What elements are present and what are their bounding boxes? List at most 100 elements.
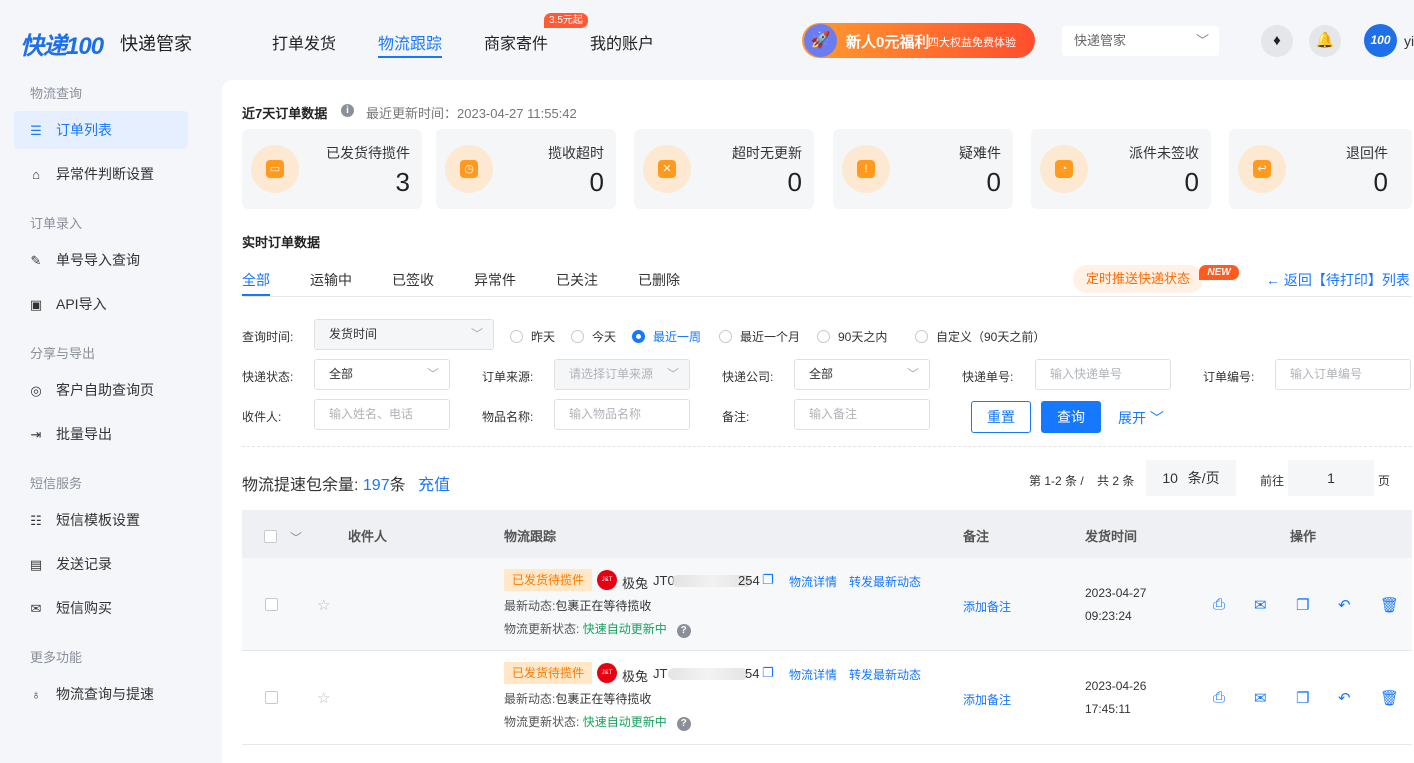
tracking-number-input[interactable]: 输入快递单号 [1035, 359, 1171, 390]
bell-icon[interactable]: 🔔 [1309, 25, 1341, 57]
add-note-link[interactable]: 添加备注 [963, 598, 1011, 615]
ship-time: 17:45:11 [1085, 702, 1131, 716]
promo-banner[interactable]: 🚀 新人0元福利 四大权益免费体验 [802, 23, 1035, 58]
radio-last-week[interactable]: 最近一周 [632, 328, 701, 345]
row-checkbox[interactable] [265, 691, 278, 704]
nav-logistics-tracking[interactable]: 物流跟踪 [378, 30, 442, 54]
source-select[interactable]: 请选择订单来源 ﹀ [554, 359, 690, 390]
undo-icon[interactable]: ↶ [1338, 596, 1351, 614]
status-badge: 已发货待揽件 [504, 662, 593, 684]
sidebar-item-batch-export[interactable]: ⇥ 批量导出 [14, 415, 188, 453]
time-type-select[interactable]: 发货时间 ﹀ [314, 319, 494, 350]
source-label: 订单来源: [482, 370, 534, 384]
sidebar-item-send-records[interactable]: ▤ 发送记录 [14, 545, 188, 583]
goto-page-input[interactable]: 1 [1288, 460, 1374, 496]
page-size-select[interactable]: 10 条/页 [1146, 460, 1236, 496]
recharge-link[interactable]: 充值 [418, 477, 450, 494]
sidebar-item-sms-purchase[interactable]: ✉ 短信购买 [14, 589, 188, 627]
sidebar-item-order-list[interactable]: ☰ 订单列表 [14, 111, 188, 149]
tab-active-indicator [242, 294, 270, 296]
sidebar-item-exception-settings[interactable]: ⌂ 异常件判断设置 [14, 155, 188, 193]
tab-signed[interactable]: 已签收 [392, 270, 434, 290]
add-note-link[interactable]: 添加备注 [963, 691, 1011, 708]
product-select-value: 快递管家 [1074, 33, 1127, 48]
item-name-input[interactable]: 输入物品名称 [554, 399, 690, 430]
undo-icon[interactable]: ↶ [1338, 689, 1351, 707]
tab-deleted[interactable]: 已删除 [638, 270, 680, 290]
logo[interactable]: 快递100 [20, 26, 104, 61]
courier-name: 极兔 [622, 669, 649, 684]
row-checkbox[interactable] [265, 598, 278, 611]
sidebar-item-api-import[interactable]: ▣ API导入 [14, 285, 188, 323]
source-placeholder: 请选择订单来源 [569, 367, 654, 381]
expand-filters-button[interactable]: 展开 ﹀ [1118, 408, 1164, 428]
forward-update-link[interactable]: 转发最新动态 [849, 666, 921, 683]
print-icon[interactable]: ⎙ [1213, 596, 1225, 613]
note-input[interactable]: 输入备注 [794, 399, 930, 430]
list-icon: ☰ [30, 123, 42, 138]
star-icon[interactable]: ☆ [317, 596, 330, 614]
nav-merchant-send[interactable]: 商家寄件 [484, 30, 548, 54]
latest-label: 最新动态: [504, 599, 556, 613]
username[interactable]: yi [1404, 33, 1414, 49]
stat-card-problem-parcel[interactable]: ! 疑难件 0 [833, 129, 1013, 209]
scheduled-push-button[interactable]: 定时推送快递状态 [1073, 265, 1203, 293]
logistics-detail-link[interactable]: 物流详情 [789, 573, 837, 590]
note-label: 备注: [722, 410, 750, 424]
sidebar-item-sms-templates[interactable]: ☷ 短信模板设置 [14, 501, 188, 539]
stat-card-no-update-timeout[interactable]: ✕ 超时无更新 0 [634, 129, 814, 209]
info-icon[interactable]: i [341, 104, 354, 117]
stat-card-returned[interactable]: ↩ 退回件 0 [1229, 129, 1412, 209]
radio-last-month[interactable]: 最近一个月 [719, 328, 800, 345]
radio-90-days[interactable]: 90天之内 [817, 328, 887, 345]
tab-exception[interactable]: 异常件 [474, 270, 516, 290]
star-icon[interactable]: ☆ [317, 689, 330, 707]
latest-update: 最新动态:包裹正在等待揽收 [504, 690, 651, 707]
help-icon[interactable]: ? [676, 624, 691, 638]
avatar[interactable]: 100 [1364, 24, 1397, 57]
update-label: 物流更新状态: [504, 622, 580, 636]
filter-divider [242, 446, 1412, 447]
send-mail-icon[interactable]: ✉ [1254, 596, 1267, 614]
tab-followed[interactable]: 已关注 [556, 270, 598, 290]
stat-card-shipped-awaiting-pickup[interactable]: ▭ 已发货待揽件 3 [242, 129, 422, 209]
delete-icon[interactable]: 🗑 [1380, 596, 1399, 614]
radio-today[interactable]: 今天 [571, 328, 616, 345]
nav-print-ship[interactable]: 打单发货 [272, 30, 336, 54]
copy-icon[interactable]: ❐ [762, 572, 774, 588]
copy-icon[interactable]: ❐ [1296, 689, 1309, 707]
logistics-detail-link[interactable]: 物流详情 [789, 666, 837, 683]
radio-yesterday[interactable]: 昨天 [510, 328, 555, 345]
copy-icon[interactable]: ❐ [762, 665, 774, 681]
tab-in-transit[interactable]: 运输中 [310, 270, 352, 290]
print-icon[interactable]: ⎙ [1213, 689, 1225, 706]
company-value: 全部 [809, 367, 834, 381]
copy-icon[interactable]: ❐ [1296, 596, 1309, 614]
sidebar-item-self-service-page[interactable]: ◎ 客户自助查询页 [14, 371, 188, 409]
forward-update-link[interactable]: 转发最新动态 [849, 573, 921, 590]
sidebar-item-label: 客户自助查询页 [56, 382, 154, 398]
stat-card-delivery-unsigned[interactable]: ◔ 派件未签收 0 [1031, 129, 1211, 209]
order-number-input[interactable]: 输入订单编号 [1275, 359, 1411, 390]
tracking-number-suffix: 254 [738, 573, 760, 588]
tab-all[interactable]: 全部 [242, 270, 270, 290]
select-all-checkbox[interactable] [264, 530, 277, 543]
diamond-icon[interactable]: ♦ [1261, 25, 1293, 57]
stat-card-pickup-timeout[interactable]: ◷ 揽收超时 0 [436, 129, 616, 209]
sidebar-item-number-import[interactable]: ✎ 单号导入查询 [14, 241, 188, 279]
nav-my-account[interactable]: 我的账户 [590, 30, 654, 54]
delete-icon[interactable]: 🗑 [1380, 689, 1399, 707]
help-icon[interactable]: ? [676, 717, 691, 731]
ship-date: 2023-04-27 [1085, 586, 1147, 600]
query-button[interactable]: 查询 [1041, 401, 1101, 433]
recipient-input[interactable]: 输入姓名、电话 [314, 399, 450, 430]
radio-custom[interactable]: 自定义（90天之前） [915, 328, 1045, 345]
chevron-down-icon[interactable]: ﹀ [290, 529, 302, 546]
back-to-print-list-link[interactable]: ← 返回【待打印】列表 [1266, 270, 1410, 290]
company-select[interactable]: 全部 ﹀ [794, 359, 930, 390]
sidebar-item-query-speedup[interactable]: ♁ 物流查询与提速 [14, 675, 188, 713]
status-select[interactable]: 全部 ﹀ [314, 359, 450, 390]
send-mail-icon[interactable]: ✉ [1254, 689, 1267, 707]
reset-button[interactable]: 重置 [971, 401, 1031, 433]
product-select[interactable]: 快递管家 ﹀ [1062, 26, 1219, 56]
